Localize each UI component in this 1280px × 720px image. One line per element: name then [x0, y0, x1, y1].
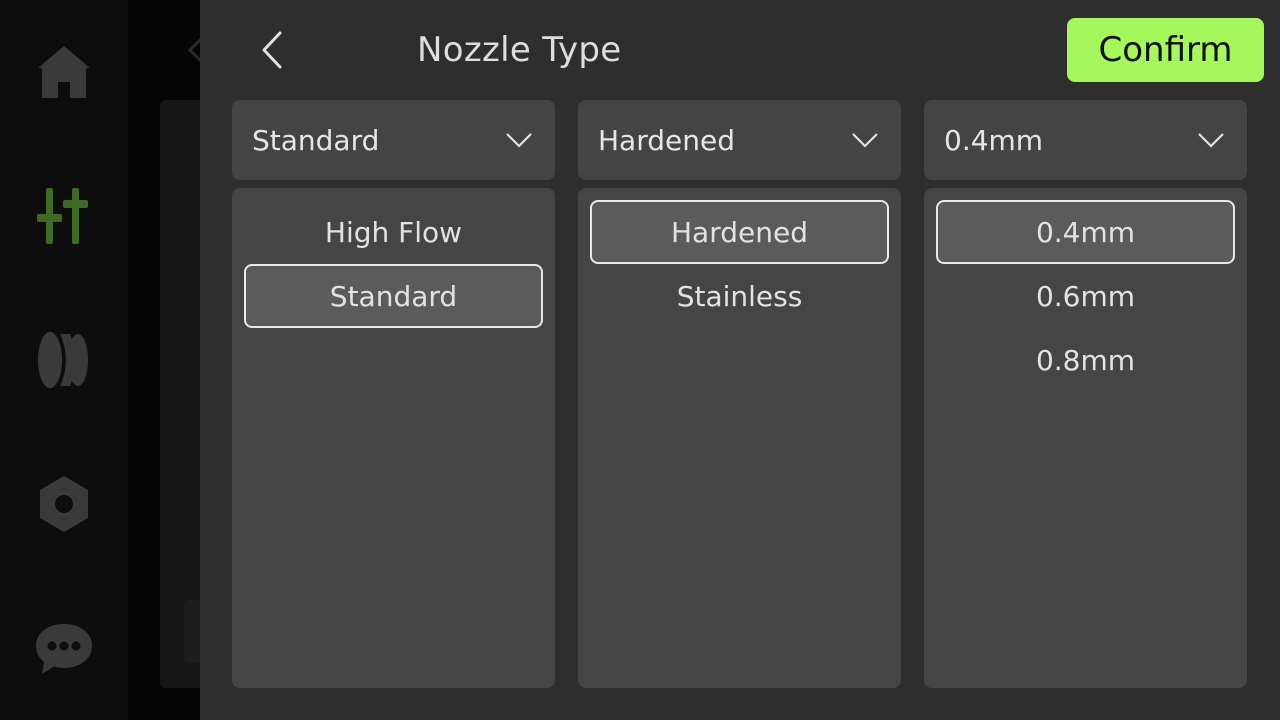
material-option-hardened[interactable]: Hardened — [590, 200, 889, 264]
page-title: Nozzle Type — [417, 30, 622, 70]
diameter-option-0-4mm[interactable]: 0.4mm — [936, 200, 1235, 264]
flow-option-standard[interactable]: Standard — [244, 264, 543, 328]
material-selected: Hardened — [598, 123, 735, 157]
chevron-down-icon — [1198, 133, 1224, 148]
diameter-option-0-6mm[interactable]: 0.6mm — [936, 264, 1235, 328]
chat-icon — [36, 624, 92, 674]
flow-type-selected: Standard — [252, 123, 380, 157]
nozzle-type-dialog: Nozzle Type Confirm Standard High Flow S… — [200, 0, 1280, 720]
chevron-left-icon — [262, 31, 282, 69]
settings-nut-icon — [40, 476, 88, 532]
material-dropdown[interactable]: Hardened — [578, 100, 901, 180]
material-list: Hardened Stainless — [578, 188, 901, 688]
diameter-list: 0.4mm 0.6mm 0.8mm — [924, 188, 1247, 688]
diameter-selected: 0.4mm — [944, 123, 1044, 157]
chevron-down-icon — [506, 133, 532, 148]
diameter-dropdown[interactable]: 0.4mm — [924, 100, 1247, 180]
tune-icon — [37, 188, 88, 244]
flow-option-high-flow[interactable]: High Flow — [244, 200, 543, 264]
material-option-stainless[interactable]: Stainless — [590, 264, 889, 328]
home-icon — [38, 46, 90, 98]
diameter-option-0-8mm[interactable]: 0.8mm — [936, 328, 1235, 392]
confirm-button[interactable]: Confirm — [1067, 18, 1264, 82]
flow-type-list: High Flow Standard — [232, 188, 555, 688]
filament-icon — [38, 332, 88, 388]
background-sidebar — [0, 0, 128, 720]
flow-type-dropdown[interactable]: Standard — [232, 100, 555, 180]
back-button[interactable] — [250, 26, 294, 74]
chevron-down-icon — [852, 133, 878, 148]
